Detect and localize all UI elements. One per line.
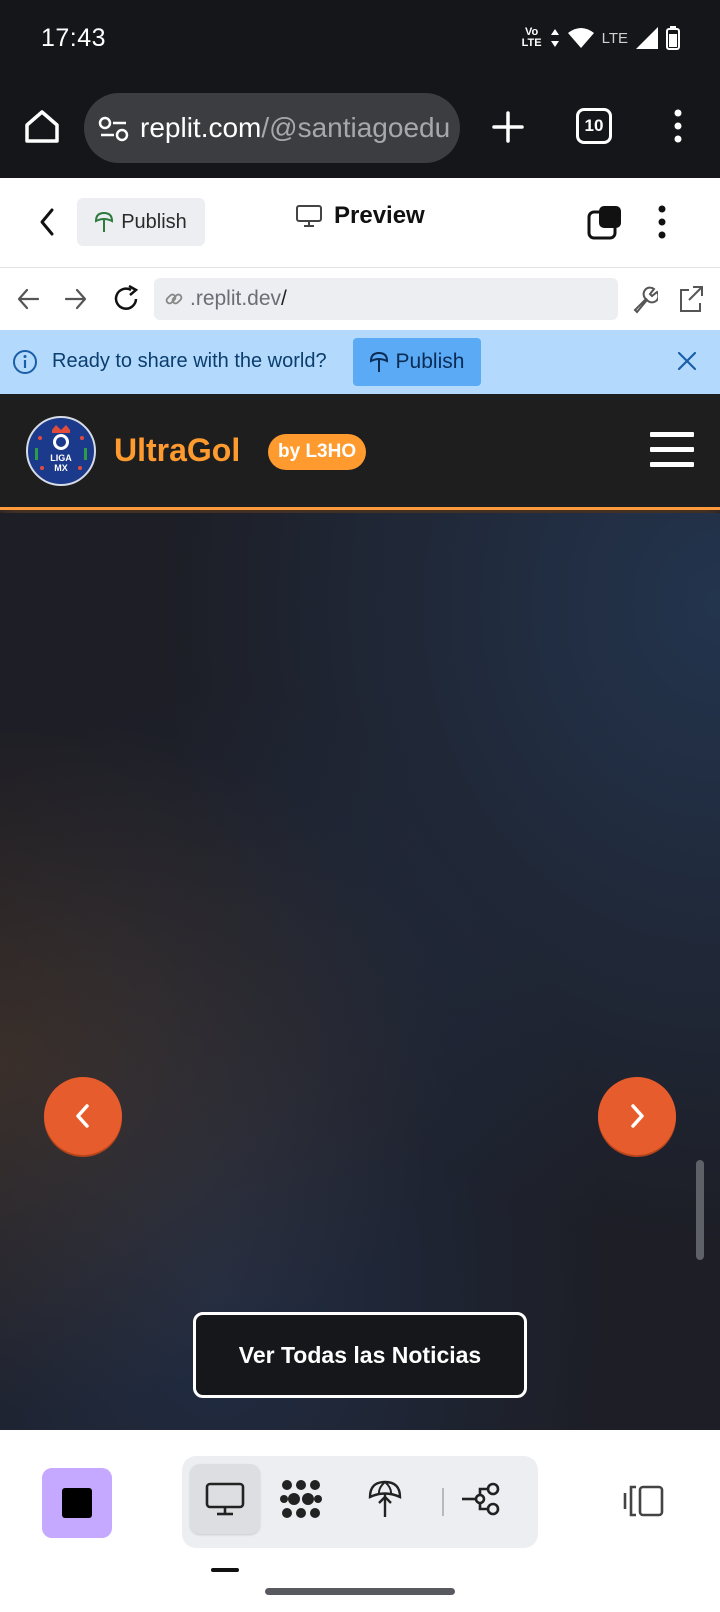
battery-icon (666, 26, 680, 50)
network-type: LTE (601, 29, 628, 47)
more-vert-icon[interactable] (666, 106, 690, 146)
wifi-icon (567, 28, 594, 48)
site-title[interactable]: UltraGol (114, 432, 240, 469)
link-icon (165, 293, 183, 305)
gesture-bar[interactable] (265, 1588, 455, 1595)
preview-title: Preview (296, 202, 425, 230)
publish-label: Publish (121, 210, 187, 233)
status-icons: Vo LTE LTE (522, 26, 680, 50)
site-preview: LIGA MX UltraGol by L3HO (0, 394, 720, 1430)
deploy-tool[interactable] (350, 1464, 420, 1534)
liga-mx-logo[interactable]: LIGA MX (26, 416, 96, 486)
split-view-icon[interactable] (622, 1484, 666, 1518)
svg-text:LIGA: LIGA (50, 453, 72, 463)
stop-icon (62, 1488, 92, 1518)
open-external-icon[interactable] (678, 284, 704, 314)
site-settings-icon[interactable] (98, 115, 130, 143)
hamburger-menu-icon[interactable] (650, 432, 694, 468)
status-time: 17:43 (41, 24, 107, 52)
stack-icon[interactable] (587, 204, 623, 240)
scrollbar-thumb[interactable] (696, 1160, 704, 1260)
publish-icon (369, 351, 388, 372)
refresh-icon[interactable] (112, 284, 140, 314)
chevron-right-icon (631, 1104, 644, 1128)
info-icon (13, 350, 37, 374)
url-host: replit.com (140, 112, 262, 143)
carousel-prev-button[interactable] (44, 1077, 122, 1155)
chevron-left-icon (76, 1104, 89, 1128)
publish-banner: Ready to share with the world? Publish (0, 330, 720, 394)
git-branch-icon (462, 1482, 500, 1516)
monitor-icon (205, 1482, 245, 1516)
git-tool[interactable] (446, 1464, 516, 1534)
agent-icon (280, 1480, 322, 1518)
close-icon[interactable] (676, 350, 698, 372)
publish-icon (95, 211, 114, 232)
replit-bottom-bar (0, 1430, 720, 1612)
address-bar[interactable]: replit.com/@santiagoedu (84, 93, 460, 163)
preview-tool[interactable] (190, 1464, 260, 1534)
preview-url-host: .replit.dev (190, 287, 282, 310)
by-badge: by L3HO (268, 434, 367, 470)
tabs-icon[interactable]: 10 (576, 108, 612, 144)
wrench-icon[interactable] (632, 284, 658, 314)
stop-button[interactable] (42, 1468, 112, 1538)
deploy-icon (368, 1480, 402, 1517)
banner-publish-label: Publish (395, 350, 465, 373)
volte-icon: Vo LTE (521, 26, 542, 49)
publish-button[interactable]: Publish (77, 198, 205, 246)
preview-label: Preview (334, 202, 425, 229)
preview-nav: .replit.dev/ (0, 268, 720, 330)
agent-tool[interactable] (266, 1464, 336, 1534)
tool-separator (442, 1488, 444, 1516)
new-tab-icon[interactable] (488, 107, 528, 147)
url-path: /@santiagoedu (261, 112, 451, 143)
banner-publish-button[interactable]: Publish (353, 338, 481, 386)
status-bar: 17:43 Vo LTE LTE (0, 0, 720, 80)
preview-url-field[interactable]: .replit.dev/ (154, 278, 618, 320)
browser-toolbar: replit.com/@santiagoedu 10 (0, 80, 720, 178)
signal-icon (636, 27, 658, 49)
home-icon[interactable] (22, 106, 62, 146)
url-text[interactable]: replit.com/@santiagoedu (140, 112, 450, 144)
view-all-news-button[interactable]: Ver Todas las Noticias (193, 1312, 527, 1398)
nav-forward-icon[interactable] (64, 284, 88, 314)
svg-text:MX: MX (54, 463, 68, 473)
replit-more-icon[interactable] (656, 204, 668, 240)
active-tab-indicator (211, 1568, 239, 1572)
carousel-next-button[interactable] (598, 1077, 676, 1155)
replit-header: Publish Preview (0, 178, 720, 268)
back-icon[interactable] (36, 206, 58, 238)
site-header: LIGA MX UltraGol by L3HO (0, 394, 720, 510)
monitor-icon (296, 205, 322, 227)
data-arrows-icon (550, 29, 559, 47)
preview-url-slash: / (281, 287, 287, 310)
tool-switcher (182, 1456, 538, 1548)
news-carousel (0, 513, 720, 1430)
banner-message: Ready to share with the world? (52, 350, 327, 372)
nav-back-icon[interactable] (16, 284, 40, 314)
